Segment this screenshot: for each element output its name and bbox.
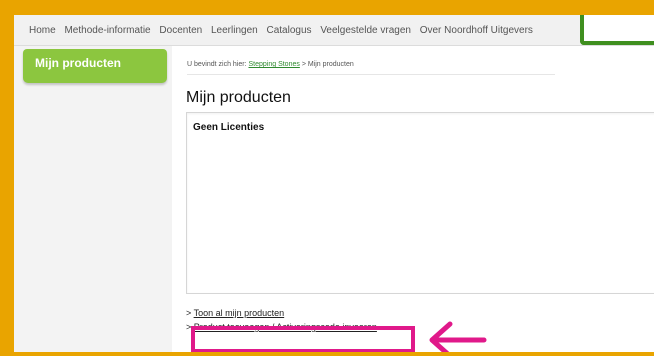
breadcrumb-link-stepping-stones[interactable]: Stepping Stones	[248, 61, 299, 68]
nav-item-methode-informatie[interactable]: Methode-informatie	[64, 25, 150, 36]
show-all-products-row: > Toon al mijn producten	[186, 308, 284, 318]
top-nav-items: Home Methode-informatie Docenten Leerlin…	[29, 25, 539, 36]
nav-item-leerlingen[interactable]: Leerlingen	[211, 25, 258, 36]
login-box-corner	[580, 15, 654, 45]
page-title: Mijn producten	[186, 89, 291, 106]
breadcrumb: U bevindt zich hier: Stepping Stones > M…	[187, 61, 354, 68]
nav-item-catalogus[interactable]: Catalogus	[267, 25, 312, 36]
show-all-products-link[interactable]: Toon al mijn producten	[194, 308, 285, 318]
breadcrumb-current: Mijn producten	[307, 61, 354, 68]
top-navigation: Home Methode-informatie Docenten Leerlin…	[14, 15, 654, 46]
empty-licenses-message: Geen Licenties	[193, 122, 265, 133]
main-content: U bevindt zich hier: Stepping Stones > M…	[184, 46, 654, 352]
products-panel: Geen Licenties	[186, 112, 654, 294]
highlight-box	[191, 326, 415, 352]
breadcrumb-divider	[187, 74, 555, 75]
browser-page: Home Methode-informatie Docenten Leerlin…	[14, 15, 654, 352]
nav-item-over-noordhoff[interactable]: Over Noordhoff Uitgevers	[420, 25, 533, 36]
nav-item-veelgestelde-vragen[interactable]: Veelgestelde vragen	[320, 25, 411, 36]
breadcrumb-separator: >	[301, 61, 306, 68]
link-prefix: >	[186, 308, 192, 318]
sidebar: Mijn producten	[14, 46, 172, 352]
sidebar-tab-mijn-producten[interactable]: Mijn producten	[23, 49, 167, 83]
left-arrow-icon	[429, 321, 487, 352]
breadcrumb-prefix: U bevindt zich hier:	[187, 61, 247, 68]
nav-item-home[interactable]: Home	[29, 25, 56, 36]
nav-item-docenten[interactable]: Docenten	[159, 25, 202, 36]
